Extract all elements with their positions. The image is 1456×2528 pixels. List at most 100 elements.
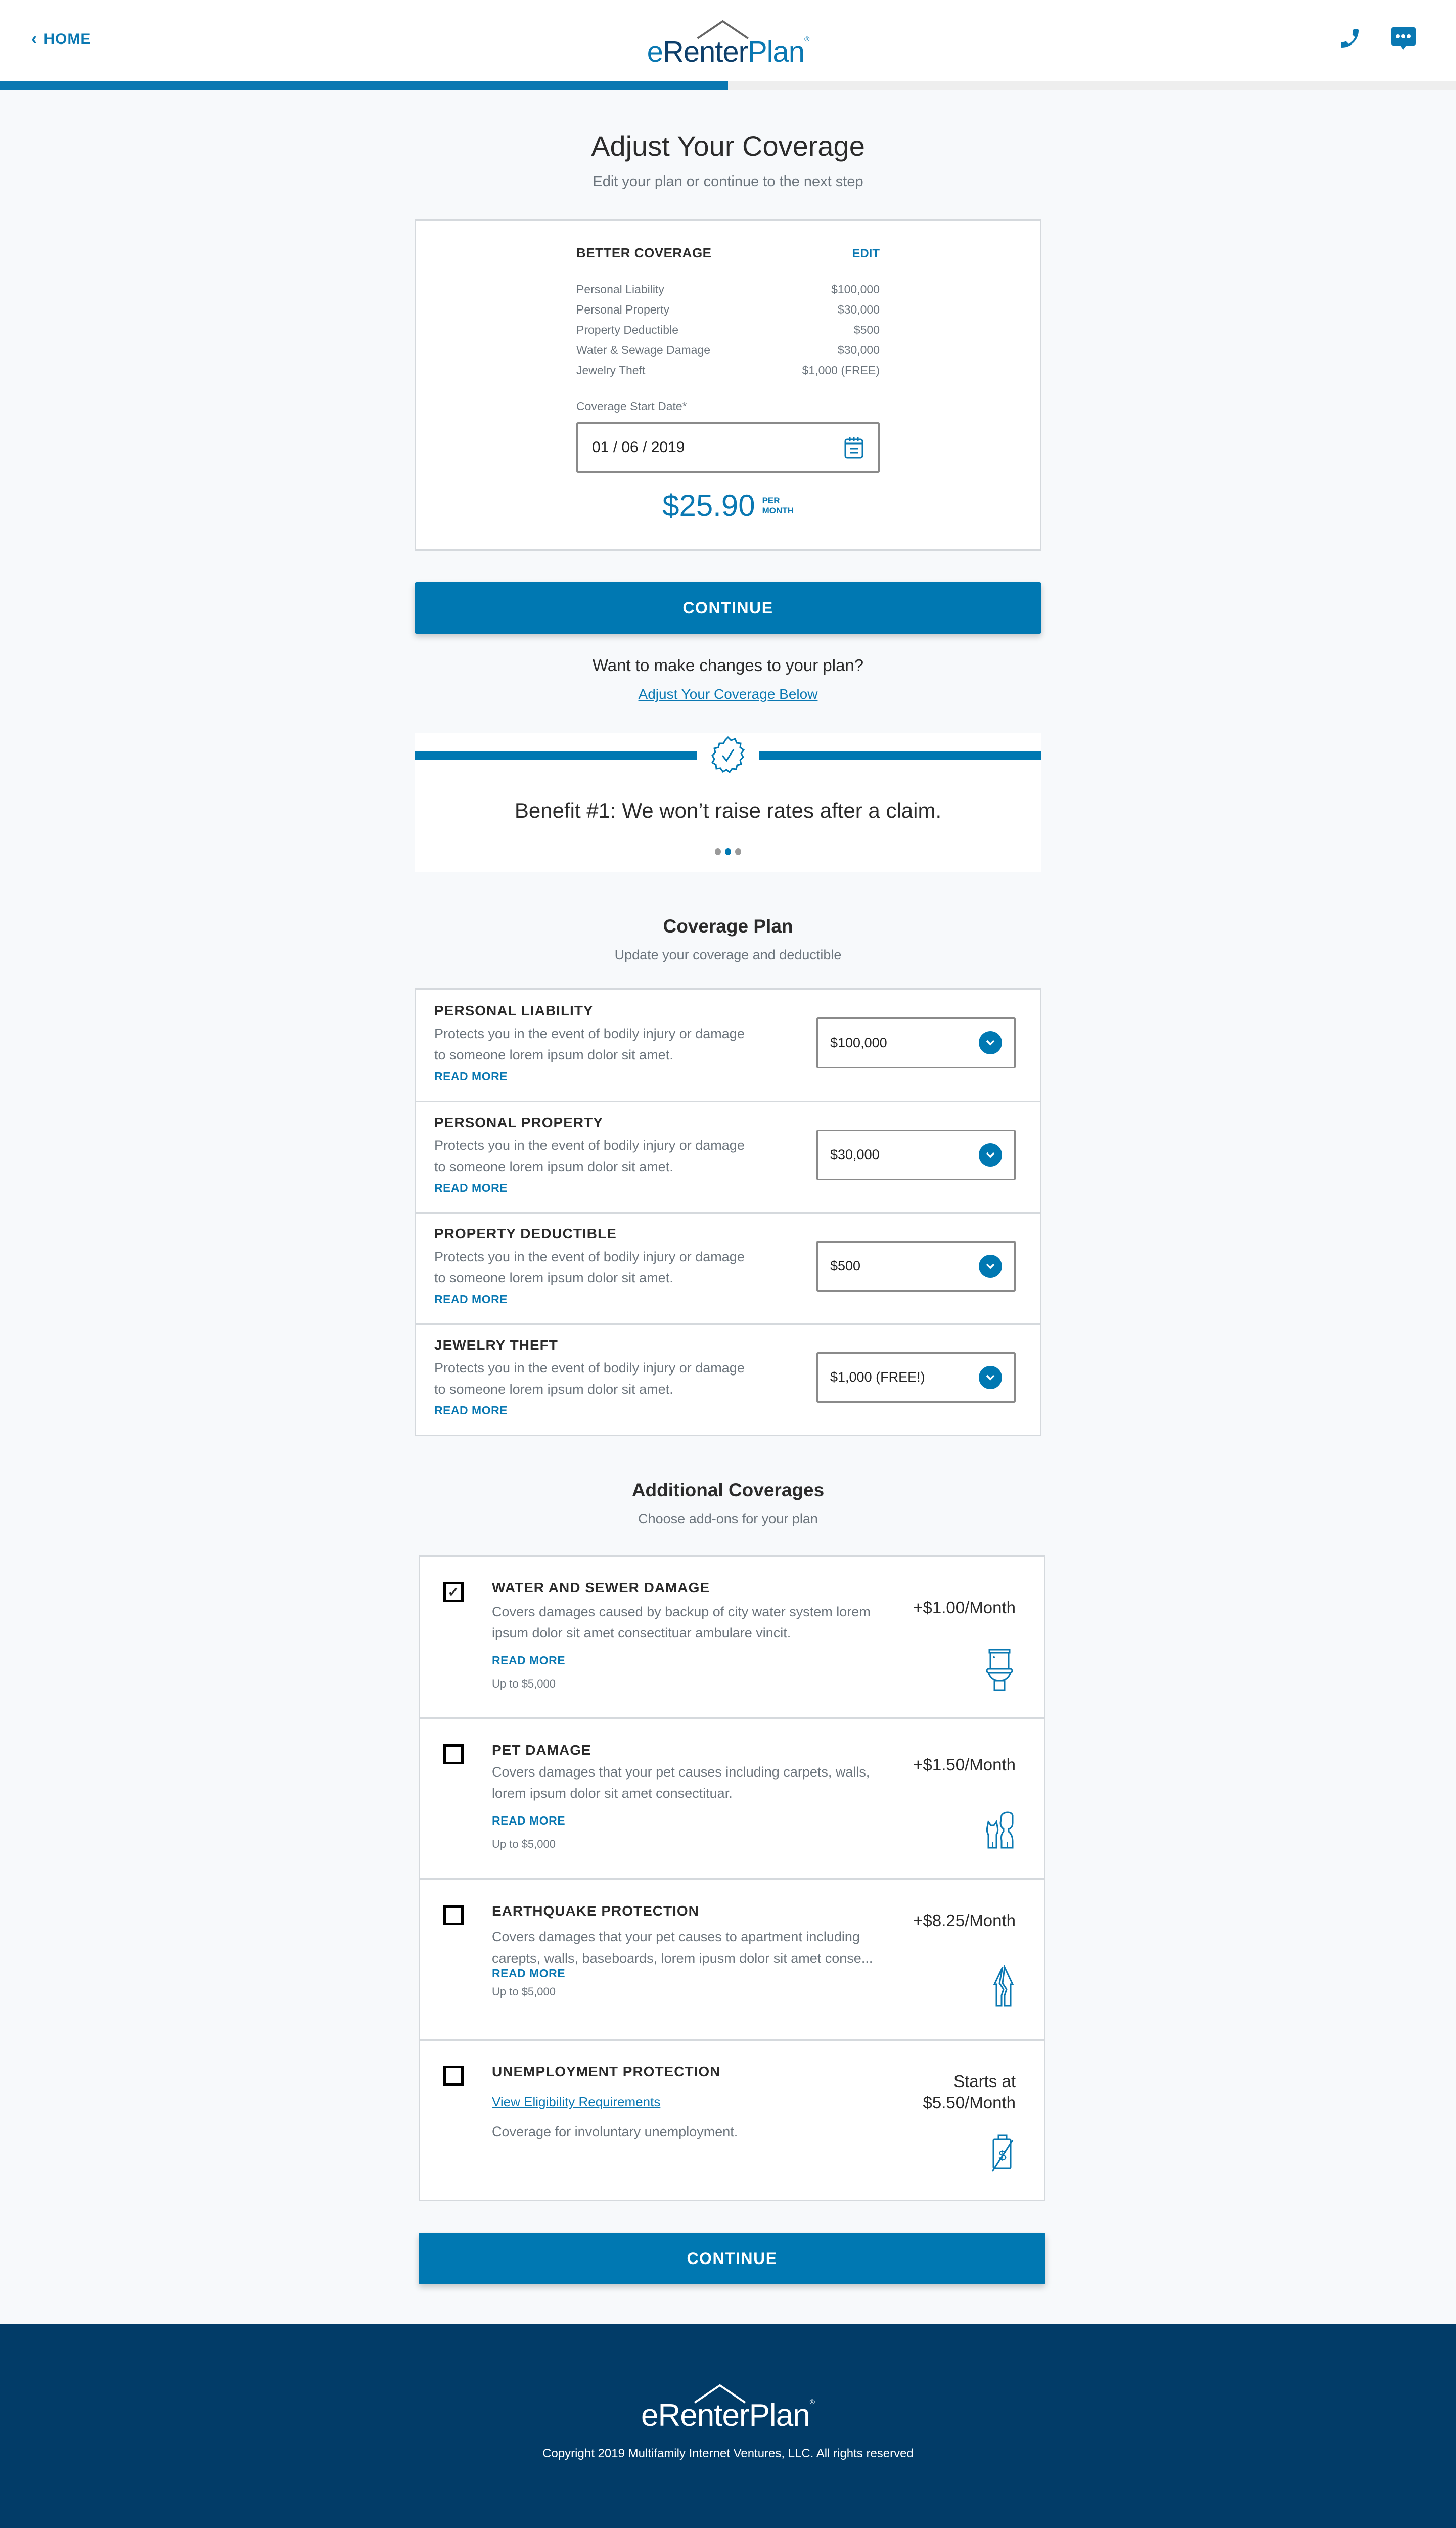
coverage-select[interactable]: $500 [816, 1240, 1016, 1292]
read-more-link[interactable]: READ MORE [434, 1181, 508, 1195]
site-footer: eRenterPlan® Copyright 2019 Multifamily … [0, 2324, 1456, 2528]
summary-row: Property Deductible $500 [576, 320, 880, 340]
read-more-link[interactable]: READ MORE [492, 1967, 565, 1980]
chevron-down-icon [979, 1031, 1002, 1054]
edit-button[interactable]: EDIT [852, 247, 880, 261]
logo-e: e [647, 35, 663, 68]
progress-fill [0, 81, 728, 90]
chevron-down-icon [979, 1254, 1002, 1278]
coverage-summary-card: BETTER COVERAGE EDIT Personal Liability $… [415, 219, 1041, 551]
addon-checkbox-checked[interactable]: ✓ [443, 1582, 464, 1602]
summary-row-label: Jewelry Theft [576, 364, 646, 377]
coverage-item-desc: Protects you in the event of bodily inju… [434, 1360, 745, 1376]
read-more-link[interactable]: READ MORE [434, 1404, 508, 1417]
carousel-dot[interactable] [735, 848, 741, 855]
continue-button[interactable]: CONTINUE [415, 582, 1041, 634]
adjust-coverage-link[interactable]: Adjust Your Coverage Below [639, 686, 818, 702]
carousel-dot-active[interactable] [725, 848, 731, 855]
changes-question: Want to make changes to your plan? [592, 656, 864, 675]
summary-row-label: Water & Sewage Damage [576, 343, 711, 357]
chevron-down-icon [979, 1143, 1002, 1167]
date-label: Coverage Start Date* [576, 400, 687, 413]
coverage-item-title: JEWELRY THEFT [434, 1337, 558, 1353]
coverage-item: PROPERTY DEDUCTIBLE Protects you in the … [416, 1212, 1040, 1323]
benefit-text: Benefit #1: We won’t raise rates after a… [514, 799, 942, 822]
coverage-select[interactable]: $100,000 [816, 1017, 1016, 1068]
calendar-icon[interactable] [844, 436, 864, 459]
coverage-item-desc: Protects you in the event of bodily inju… [434, 1138, 745, 1153]
cracked-house-icon [993, 1965, 1014, 2007]
divider [415, 751, 697, 760]
eligibility-link[interactable]: View Eligibility Requirements [492, 2094, 660, 2110]
footer-logo[interactable]: eRenterPlan® [641, 2383, 815, 2433]
no-job-icon: $ [991, 2134, 1014, 2172]
addon-price-prefix: Starts at [953, 2072, 1016, 2091]
coverage-item-desc: Protects you in the event of bodily inju… [434, 1249, 745, 1264]
main-content: Adjust Your Coverage Edit your plan or c… [415, 129, 1045, 2284]
chat-icon[interactable] [1390, 26, 1417, 51]
summary-row: Jewelry Theft $1,000 (FREE) [576, 360, 880, 380]
summary-row-label: Personal Property [576, 303, 670, 316]
home-link[interactable]: ‹ HOME [31, 29, 91, 49]
select-value: $100,000 [830, 1035, 887, 1050]
coverage-select[interactable]: $30,000 [816, 1129, 1016, 1180]
summary-row-label: Personal Liability [576, 283, 664, 296]
coverage-item-title: PERSONAL LIABILITY [434, 1002, 594, 1018]
addon-limit: Up to $5,000 [492, 1985, 556, 1998]
coverage-item: PERSONAL LIABILITY Protects you in the e… [416, 990, 1040, 1101]
addon-desc: Covers damages caused by backup of city … [492, 1604, 871, 1640]
addon-price: $5.50/Month [923, 2093, 1016, 2112]
summary-row-value: $100,000 [831, 283, 880, 296]
read-more-link[interactable]: READ MORE [492, 1814, 565, 1828]
select-value: $1,000 (FREE!) [830, 1369, 925, 1385]
addon-price: +$1.00/Month [913, 1598, 1016, 1617]
coverage-start-date-input[interactable]: 01 / 06 / 2019 [576, 422, 880, 473]
progress-bar [0, 81, 1456, 90]
carousel-dot[interactable] [715, 848, 721, 855]
addon-desc: Coverage for involuntary unemployment. [492, 2124, 738, 2139]
addon-item: UNEMPLOYMENT PROTECTION View Eligibility… [420, 2039, 1044, 2200]
date-value: 01 / 06 / 2019 [592, 439, 685, 456]
coverage-plan-title: Coverage Plan [663, 916, 793, 937]
read-more-link[interactable]: READ MORE [434, 1293, 508, 1306]
phone-icon[interactable] [1338, 26, 1362, 51]
addon-checkbox[interactable] [443, 1744, 464, 1764]
addon-item: PET DAMAGE Covers damages that your pet … [420, 1717, 1044, 1878]
read-more-link[interactable]: READ MORE [492, 1654, 565, 1667]
addon-title: WATER AND SEWER DAMAGE [492, 1580, 710, 1595]
coverage-item-desc: Protects you in the event of bodily inju… [434, 1026, 745, 1041]
coverage-item: PERSONAL PROPERTY Protects you in the ev… [416, 1101, 1040, 1212]
additional-coverages-title: Additional Coverages [631, 1480, 825, 1500]
divider [759, 751, 1041, 760]
select-value: $30,000 [830, 1147, 880, 1162]
coverage-item-desc: to someone lorem ipsum dolor sit amet. [434, 1047, 673, 1062]
read-more-link[interactable]: READ MORE [434, 1070, 508, 1083]
addon-desc: Covers damages that your pet causes to a… [492, 1929, 873, 1966]
verified-badge-icon [711, 736, 745, 774]
addon-price: +$8.25/Month [913, 1911, 1016, 1930]
summary-row-value: $1,000 (FREE) [802, 364, 880, 377]
coverage-plan-subtitle: Update your coverage and deductible [614, 947, 842, 962]
addon-price: +$1.50/Month [913, 1755, 1016, 1774]
summary-row: Personal Liability $100,000 [576, 279, 880, 299]
logo-plan: Plan [747, 35, 805, 68]
price-month: MONTH [762, 505, 794, 515]
monthly-price: $25.90 PER MONTH [576, 488, 880, 523]
coverage-plan-list: PERSONAL LIABILITY Protects you in the e… [415, 988, 1041, 1436]
summary-row-label: Property Deductible [576, 323, 678, 336]
addon-checkbox[interactable] [443, 1905, 464, 1925]
coverage-select[interactable]: $1,000 (FREE!) [816, 1352, 1016, 1403]
select-value: $500 [830, 1258, 861, 1273]
carousel-dots [415, 848, 1041, 855]
toilet-icon [986, 1649, 1013, 1691]
continue-button-bottom[interactable]: CONTINUE [419, 2233, 1045, 2284]
roof-icon [697, 20, 749, 39]
coverage-item-desc: to someone lorem ipsum dolor sit amet. [434, 1270, 673, 1285]
addon-item: EARTHQUAKE PROTECTION Covers damages tha… [420, 1878, 1044, 2039]
coverage-item: JEWELRY THEFT Protects you in the event … [416, 1323, 1040, 1435]
coverage-item-title: PROPERTY DEDUCTIBLE [434, 1226, 617, 1241]
addon-limit: Up to $5,000 [492, 1838, 556, 1850]
logo[interactable]: eRenterPlan® [647, 19, 809, 69]
addon-checkbox[interactable] [443, 2066, 464, 2086]
summary-row: Water & Sewage Damage $30,000 [576, 340, 880, 360]
